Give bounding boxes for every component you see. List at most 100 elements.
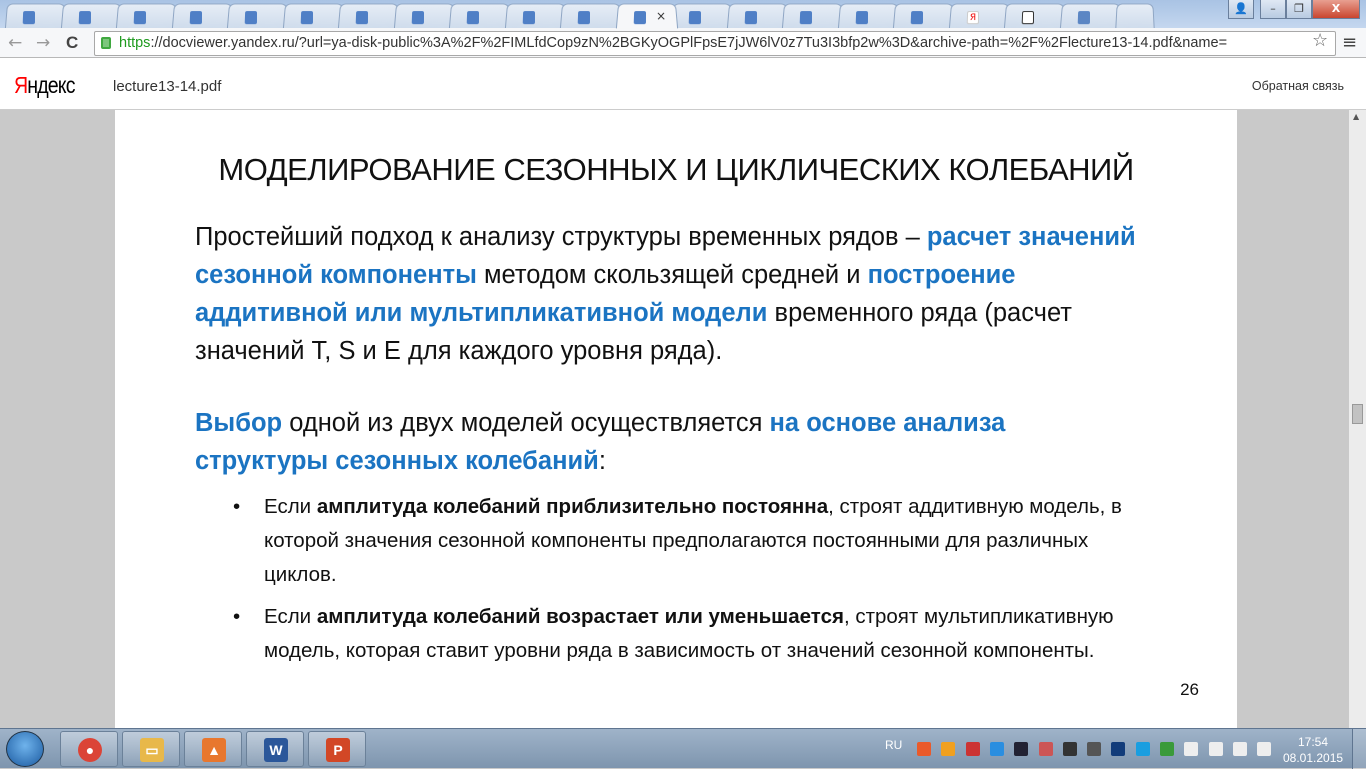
yandex-logo[interactable]: Яндекс bbox=[14, 72, 76, 99]
browser-tab[interactable] bbox=[892, 3, 956, 29]
chat-icon bbox=[1077, 11, 1090, 25]
text: Если bbox=[264, 605, 317, 628]
browser-tab[interactable] bbox=[448, 3, 512, 29]
doc-icon bbox=[799, 11, 813, 25]
browser-tab[interactable] bbox=[226, 3, 290, 29]
browser-tab[interactable] bbox=[60, 3, 123, 29]
action-center-flag-icon[interactable] bbox=[1184, 742, 1199, 756]
browser-tab[interactable] bbox=[1003, 3, 1067, 29]
signal-icon[interactable] bbox=[1232, 742, 1247, 756]
date: 08.01.2015 bbox=[1283, 751, 1344, 765]
taskbar-explorer[interactable]: ▭ bbox=[122, 731, 180, 767]
user-button[interactable]: 👤 bbox=[1228, 0, 1254, 19]
close-window-button[interactable]: X bbox=[1312, 0, 1360, 19]
scroll-up-icon[interactable]: ▲ bbox=[1353, 112, 1359, 121]
record-icon[interactable] bbox=[917, 742, 931, 756]
docviewer-header: Яндекс lecture13-14.pdf Обратная связь bbox=[0, 58, 1366, 110]
show-desktop-button[interactable] bbox=[1352, 729, 1366, 769]
language-indicator[interactable]: RU bbox=[885, 738, 902, 752]
start-button[interactable] bbox=[6, 731, 44, 767]
text: : bbox=[598, 447, 606, 475]
bookmark-star-icon[interactable]: ☆ bbox=[1312, 30, 1328, 51]
doc-icon bbox=[133, 11, 147, 25]
browser-tab[interactable] bbox=[171, 3, 234, 29]
doc-icon bbox=[466, 11, 480, 25]
browser-tab[interactable] bbox=[670, 3, 734, 29]
doc-icon bbox=[411, 11, 424, 25]
doc-icon bbox=[300, 11, 313, 25]
close-tab-icon[interactable]: × bbox=[655, 9, 666, 23]
lock-icon bbox=[101, 37, 111, 49]
doc-icon bbox=[577, 11, 591, 25]
word-icon: W bbox=[264, 738, 288, 762]
taskbar: ● ▭ ▲ W P RU 17:54 08.01.2015 bbox=[0, 728, 1366, 769]
bold-text: амплитуда колебаний возрастает или умень… bbox=[316, 605, 844, 628]
tab-strip: × Я bbox=[0, 0, 1366, 29]
doc-icon bbox=[189, 11, 202, 25]
browser-tab[interactable] bbox=[393, 3, 456, 29]
speaker-app-icon[interactable] bbox=[1038, 742, 1053, 756]
card-icon[interactable] bbox=[1062, 742, 1077, 756]
browser-toolbar: ← → C https://docviewer.yandex.ru/?url=y… bbox=[0, 28, 1366, 58]
browser-tab[interactable] bbox=[504, 3, 567, 29]
browser-tab[interactable] bbox=[4, 3, 68, 29]
network-device-icon[interactable] bbox=[1087, 742, 1102, 756]
file-name: lecture13-14.pdf bbox=[113, 78, 222, 95]
browser-tab[interactable] bbox=[282, 3, 345, 29]
vertical-scrollbar[interactable]: ▲ bbox=[1349, 110, 1366, 728]
restore-button[interactable]: ❐ bbox=[1286, 0, 1312, 19]
doc-icon bbox=[855, 11, 868, 25]
text: одной из двух моделей осуществляется bbox=[282, 409, 770, 437]
update-icon[interactable] bbox=[941, 742, 956, 756]
browser-tab[interactable] bbox=[115, 3, 179, 29]
minimize-button[interactable]: – bbox=[1260, 0, 1286, 19]
doc-icon bbox=[78, 11, 91, 25]
browser-tab[interactable] bbox=[837, 3, 900, 29]
browser-tab[interactable]: Я bbox=[948, 3, 1011, 29]
time: 17:54 bbox=[1297, 735, 1329, 749]
wifi-app-icon[interactable] bbox=[1135, 742, 1150, 756]
bullet-item: Если амплитуда колебаний возрастает или … bbox=[233, 600, 1153, 668]
text: Если bbox=[264, 495, 317, 518]
browser-tab[interactable] bbox=[781, 3, 845, 29]
document-page: МОДЕЛИРОВАНИЕ СЕЗОННЫХ И ЦИКЛИЧЕСКИХ КОЛ… bbox=[115, 110, 1237, 728]
taskbar-powerpoint[interactable]: P bbox=[308, 731, 366, 767]
text: методом скользящей средней и bbox=[476, 261, 868, 289]
paragraph-1: Простейший подход к анализу структуры вр… bbox=[195, 218, 1175, 370]
clock[interactable]: 17:54 08.01.2015 bbox=[1283, 734, 1343, 766]
feedback-link[interactable]: Обратная связь bbox=[1252, 79, 1344, 93]
url-scheme: https bbox=[119, 35, 151, 51]
slide-title: МОДЕЛИРОВАНИЕ СЕЗОННЫХ И ЦИКЛИЧЕСКИХ КОЛ… bbox=[218, 152, 1134, 187]
logo-letter: Я bbox=[14, 72, 28, 98]
address-bar[interactable]: https://docviewer.yandex.ru/?url=ya-disk… bbox=[94, 31, 1336, 56]
doc-icon bbox=[22, 11, 36, 25]
globe-icon[interactable] bbox=[1160, 742, 1174, 756]
power-icon[interactable] bbox=[1208, 742, 1223, 756]
yandex-icon: Я bbox=[966, 11, 979, 25]
back-button[interactable]: ← bbox=[8, 33, 22, 53]
forward-button[interactable]: → bbox=[36, 33, 50, 53]
browser-tab[interactable] bbox=[337, 3, 401, 29]
doc-icon bbox=[744, 11, 757, 25]
highlight: Выбор bbox=[195, 409, 283, 437]
teamviewer-icon[interactable] bbox=[989, 742, 1004, 756]
browser-tab[interactable]: × bbox=[615, 3, 678, 29]
doc-icon bbox=[633, 11, 646, 25]
taskbar-app[interactable]: ▲ bbox=[184, 731, 242, 767]
browser-tab[interactable] bbox=[1059, 3, 1122, 29]
taskbar-chrome[interactable]: ● bbox=[60, 731, 118, 767]
browser-tab[interactable] bbox=[559, 3, 623, 29]
doc-icon bbox=[355, 11, 369, 25]
scrollbar-thumb[interactable] bbox=[1352, 404, 1363, 424]
menu-icon[interactable]: ≡ bbox=[1342, 32, 1357, 53]
browser-tab[interactable] bbox=[726, 3, 789, 29]
security-icon[interactable] bbox=[965, 742, 980, 756]
reload-button[interactable]: C bbox=[66, 33, 78, 53]
powerpoint-icon: P bbox=[326, 738, 350, 762]
bluetooth-icon[interactable] bbox=[1111, 742, 1126, 756]
taskbar-word[interactable]: W bbox=[246, 731, 304, 767]
volume-icon[interactable] bbox=[1257, 742, 1272, 756]
new-tab-button[interactable] bbox=[1115, 3, 1155, 29]
display-icon[interactable] bbox=[1014, 742, 1029, 756]
bold-text: амплитуда колебаний приблизительно посто… bbox=[316, 495, 829, 518]
